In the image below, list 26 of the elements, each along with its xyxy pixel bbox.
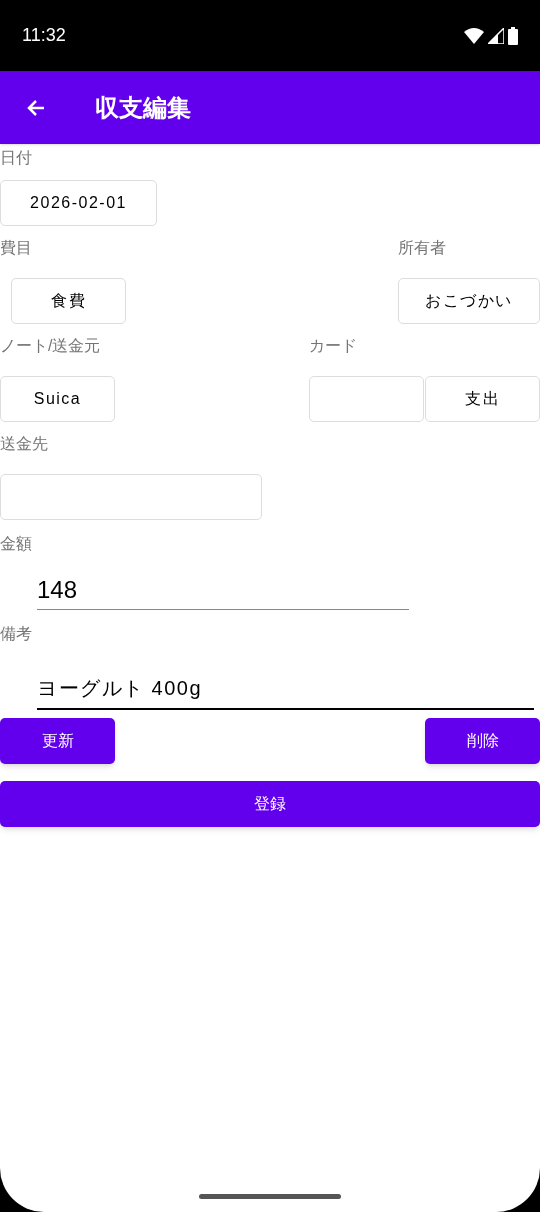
- status-time: 11:32: [22, 24, 66, 47]
- field-label: 日付: [0, 148, 33, 168]
- direction-selector[interactable]: 支出: [425, 376, 540, 422]
- screen-title: 収支編集: [95, 92, 191, 123]
- field-label: 送金先: [0, 434, 49, 454]
- wifi-icon: [464, 27, 484, 44]
- field-label: 金額: [0, 534, 33, 554]
- category-selector[interactable]: 食費: [11, 278, 126, 324]
- date-picker-button[interactable]: 2026-02-01: [0, 180, 157, 226]
- field-label: 費目: [0, 238, 33, 258]
- memo-input[interactable]: ヨーグルト 400g: [37, 668, 534, 710]
- update-button[interactable]: 更新: [0, 718, 115, 764]
- owner-selector[interactable]: おこづかい: [398, 278, 540, 324]
- field-label: 所有者: [398, 238, 447, 258]
- field-label: 備考: [0, 624, 33, 644]
- gesture-bar[interactable]: [199, 1194, 341, 1199]
- delete-button[interactable]: 削除: [425, 718, 540, 764]
- amount-input[interactable]: 148: [37, 570, 409, 610]
- signal-icon: [488, 27, 504, 44]
- battery-icon: [508, 26, 518, 45]
- card-selector[interactable]: [309, 376, 424, 422]
- source-selector[interactable]: Suica: [0, 376, 115, 422]
- field-label: ノート/送金元: [0, 336, 102, 356]
- destination-selector[interactable]: [0, 474, 262, 520]
- field-label: カード: [309, 336, 358, 356]
- register-button[interactable]: 登録: [0, 781, 540, 827]
